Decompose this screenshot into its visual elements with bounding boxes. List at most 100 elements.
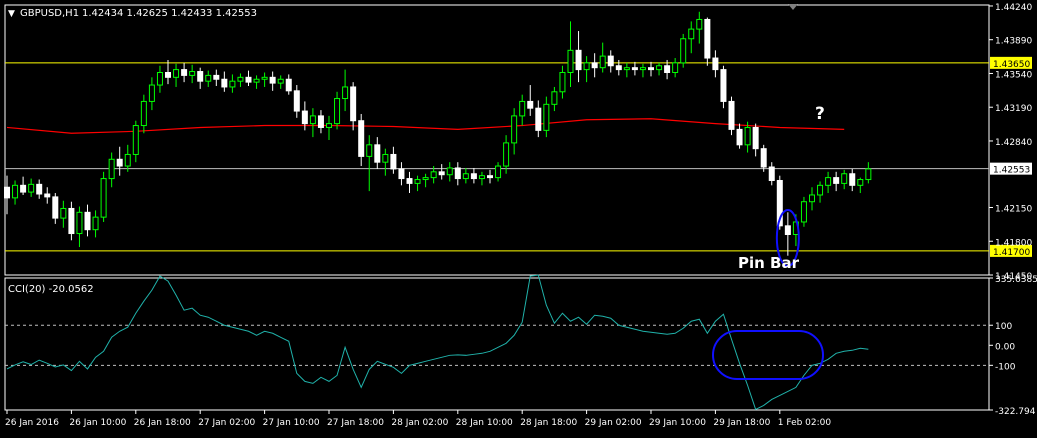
time-axis-label: 27 Jan 18:00	[327, 418, 384, 428]
candle-body	[760, 148, 767, 168]
candle-body	[301, 110, 308, 125]
candle-body	[148, 84, 155, 102]
candle-body	[253, 78, 260, 83]
candle-body	[615, 65, 622, 71]
candle-body	[229, 80, 236, 88]
candle-body	[567, 49, 574, 74]
chart-canvas: 1.43650 1.41700 1.44240 1.43890 1.43540 1.431…	[4, 3, 1037, 428]
ohlc-readout: 1.42434 1.42625 1.42433 1.42553	[82, 8, 257, 19]
candle-body	[221, 78, 228, 88]
candle-body	[487, 175, 493, 179]
candle-body	[334, 98, 341, 125]
candle-body	[36, 183, 43, 195]
candle-body	[406, 178, 413, 184]
price-axis-label: 1.43190	[995, 104, 1032, 114]
candle-body	[124, 153, 131, 167]
candle-body	[100, 178, 107, 218]
candle-body	[495, 165, 502, 179]
candle-body	[140, 100, 147, 127]
candle-body	[543, 103, 550, 131]
candle-body	[4, 186, 10, 199]
candle-body	[358, 120, 365, 157]
candle-body	[857, 179, 864, 186]
candle-body	[189, 71, 196, 76]
candle-body	[648, 67, 654, 71]
time-axis-label: 29 Jan 10:00	[649, 418, 706, 428]
time-axis: 26 Jan 2016 26 Jan 10:00 26 Jan 18:00 27 Ja…	[5, 410, 831, 428]
level-price-label: 1.41700	[993, 248, 1030, 258]
candle-body	[672, 62, 679, 74]
candle-body	[366, 144, 373, 157]
candle-body	[696, 18, 703, 30]
candle-body	[825, 177, 832, 186]
candle-body	[551, 91, 558, 105]
candle-body	[414, 179, 421, 184]
time-axis-label: 1 Feb 02:00	[778, 418, 832, 428]
trading-chart[interactable]: 1.43650 1.41700 1.44240 1.43890 1.43540 1.431…	[0, 0, 1037, 434]
time-axis-label: 29 Jan 02:00	[585, 418, 642, 428]
cci-panel[interactable]	[5, 274, 989, 411]
candle-body	[422, 177, 429, 181]
candle-body	[478, 175, 485, 180]
candle-body	[607, 55, 614, 67]
cci-axis-label: -100	[995, 362, 1016, 372]
candle-body	[728, 100, 735, 130]
candle-body	[575, 49, 582, 71]
candle-body	[52, 196, 59, 219]
scroll-marker-icon[interactable]	[788, 4, 798, 10]
candle-body	[60, 207, 67, 219]
chevron-down-icon[interactable]: ▼	[8, 9, 15, 19]
time-axis-label: 26 Jan 2016	[5, 418, 59, 428]
candle-body	[197, 71, 204, 82]
price-axis-label: 1.42150	[995, 205, 1032, 215]
candle-body	[293, 90, 300, 112]
candle-body	[664, 65, 671, 73]
candle-body	[76, 211, 83, 235]
candle-body	[454, 167, 461, 180]
chart-frame	[4, 4, 990, 411]
candle-body	[261, 76, 268, 80]
price-axis-label: 1.43890	[995, 37, 1032, 47]
candle-body	[326, 123, 332, 128]
cci-indicator-title: CCI(20) -20.0562	[8, 284, 94, 295]
cci-axis-label: 0.00	[995, 342, 1015, 352]
candle-body	[865, 168, 872, 181]
time-axis-label: 28 Jan 18:00	[520, 418, 577, 428]
candle-body	[503, 142, 510, 167]
candle-body	[527, 100, 534, 109]
candle-body	[599, 55, 606, 69]
candle-body	[591, 62, 598, 69]
time-axis-label: 26 Jan 18:00	[134, 418, 191, 428]
candle-body	[535, 107, 542, 131]
price-axis-label: 1.41800	[995, 238, 1032, 248]
candle-body	[446, 167, 453, 176]
candle-body	[285, 78, 292, 92]
candle-body	[317, 115, 324, 128]
candle-body	[631, 67, 638, 71]
price-axis-label: 1.43540	[995, 70, 1032, 80]
candle-body	[559, 72, 566, 93]
candle-body	[784, 225, 791, 235]
price-axis: 1.43650 1.41700 1.44240 1.43890 1.43540 1.431…	[989, 3, 1037, 417]
cci-axis-label: 335.6385	[995, 275, 1037, 285]
candle-body	[712, 57, 719, 71]
time-axis-label: 28 Jan 10:00	[456, 418, 513, 428]
candle-body	[720, 69, 727, 102]
candle-body	[173, 69, 180, 78]
candle-body	[438, 171, 445, 176]
candle-body	[430, 171, 437, 179]
candle-body	[44, 193, 51, 198]
time-axis-label: 26 Jan 10:00	[69, 418, 126, 428]
candle-body	[165, 72, 171, 78]
cci-axis-label: -322.794	[995, 407, 1036, 417]
cci-panel-border	[4, 277, 990, 411]
price-panel[interactable]	[4, 11, 990, 268]
candle-body	[92, 216, 99, 231]
candle-body	[374, 144, 381, 163]
candle-body	[639, 67, 646, 71]
question-annotation: ?	[815, 104, 825, 124]
candle-body	[800, 201, 807, 223]
pin-bar-annotation: Pin Bar	[738, 254, 800, 272]
cci-axis-label: 100	[995, 322, 1012, 332]
candle-body	[68, 207, 75, 235]
